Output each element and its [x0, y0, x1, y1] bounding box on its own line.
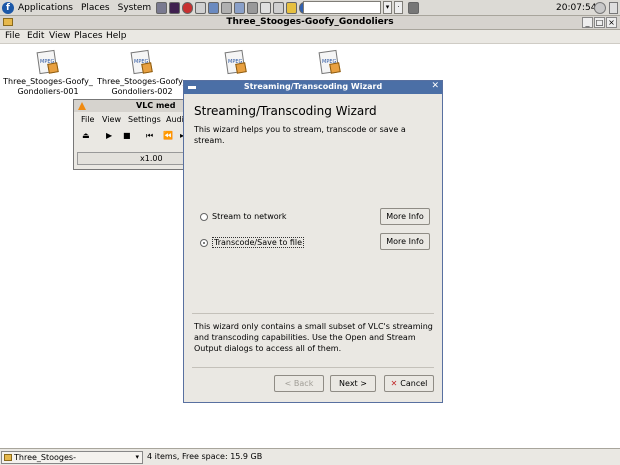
wizard-titlebar[interactable]: Streaming/Transcoding Wizard ✕	[184, 81, 442, 94]
panel-search-input[interactable]	[303, 1, 381, 14]
vlc-menu-view[interactable]: View	[102, 115, 121, 124]
vlc-menu-audio[interactable]: Audi	[166, 115, 184, 124]
file-manager-titlebar[interactable]: Three_Stooges-Goofy_Gondoliers _ □ ×	[0, 16, 620, 30]
eject-icon[interactable]: ⏏	[82, 131, 90, 140]
wizard-heading: Streaming/Transcoding Wizard	[194, 104, 377, 118]
panel-dropdown-arrow-icon[interactable]: ▾	[383, 1, 392, 14]
places-menu[interactable]: Places	[77, 0, 114, 16]
panel-button[interactable]: ·	[394, 1, 403, 14]
network-icon[interactable]	[609, 2, 618, 14]
menu-view[interactable]: View	[49, 31, 70, 41]
play-icon[interactable]: ▶	[106, 131, 112, 140]
wizard-window-title: Streaming/Transcoding Wizard	[243, 82, 383, 91]
minimize-icon[interactable]: _	[582, 17, 593, 28]
mpeg-file-icon: MPEG	[224, 49, 248, 75]
file-manager-menubar: File Edit View Places Help	[0, 30, 620, 44]
vlc-statusbar: x1.00	[77, 152, 187, 165]
launcher-icon[interactable]	[195, 1, 207, 14]
launcher-icon[interactable]	[286, 1, 298, 14]
launcher-icon[interactable]	[234, 1, 246, 14]
vlc-speed: x1.00	[140, 154, 163, 163]
separator	[192, 367, 434, 368]
radio-button-selected[interactable]	[200, 238, 208, 247]
launcher-icon[interactable]	[169, 1, 181, 14]
stop-icon[interactable]: ■	[123, 131, 131, 140]
menu-places[interactable]: Places	[74, 31, 103, 41]
separator	[192, 313, 434, 314]
mpeg-file-icon: MPEG	[318, 49, 342, 75]
launcher-icon[interactable]	[273, 1, 285, 14]
volume-icon[interactable]	[594, 2, 606, 14]
transcode-save-option[interactable]: Transcode/Save to file	[200, 237, 305, 248]
wizard-footer-note: This wizard only contains a small subset…	[194, 322, 433, 353]
previous-icon[interactable]: ⏮	[146, 131, 153, 141]
close-icon[interactable]: ×	[606, 17, 617, 28]
vlc-menu-settings[interactable]: Settings	[128, 115, 161, 124]
close-icon[interactable]: ✕	[431, 81, 439, 91]
mpeg-file-icon: MPEG	[130, 49, 154, 75]
file-item[interactable]: MPEG Three_Stooges-Goofy_ Gondoliers-002	[97, 49, 187, 97]
menu-file[interactable]: File	[5, 31, 20, 41]
launcher-icon[interactable]	[221, 1, 233, 14]
file-item[interactable]: MPEG	[191, 49, 281, 77]
vlc-title: VLC med	[136, 101, 176, 110]
file-name: Gondoliers-002	[111, 87, 173, 96]
vlc-window[interactable]: VLC med File View Settings Audi ⏏ ▶ ■ ⏮ …	[73, 99, 188, 170]
next-button[interactable]: Next >	[330, 375, 376, 392]
location-dropdown[interactable]: Three_Stooges-Goofy_Gondoliers ▾	[1, 451, 143, 465]
wizard-dialog[interactable]: Streaming/Transcoding Wizard ✕ Streaming…	[183, 80, 443, 403]
system-menu[interactable]: System	[114, 0, 156, 16]
cancel-icon: ✕	[390, 379, 398, 388]
file-name: Three_Stooges-Goofy_	[3, 77, 93, 86]
launcher-icon[interactable]	[156, 1, 168, 14]
cancel-label: Cancel	[400, 379, 428, 388]
launcher-icon[interactable]	[182, 1, 194, 14]
status-bar: Three_Stooges-Goofy_Gondoliers ▾ 4 items…	[0, 448, 620, 465]
wizard-description: This wizard helps you to stream, transco…	[194, 125, 406, 145]
more-info-button[interactable]: More Info	[380, 208, 430, 225]
mpeg-file-icon: MPEG	[36, 49, 60, 75]
more-info-button[interactable]: More Info	[380, 233, 430, 250]
radio-label[interactable]: Stream to network	[212, 212, 287, 221]
launcher-icon[interactable]	[260, 1, 272, 14]
menu-edit[interactable]: Edit	[27, 31, 44, 41]
file-item[interactable]: MPEG	[285, 49, 375, 77]
launcher-icon[interactable]	[208, 1, 220, 14]
window-title: Three_Stooges-Goofy_Gondoliers	[226, 17, 394, 27]
launcher-icon[interactable]	[247, 1, 259, 14]
vlc-cone-icon	[78, 102, 86, 110]
radio-label[interactable]: Transcode/Save to file	[212, 237, 305, 248]
rewind-icon[interactable]: ⏪	[163, 131, 173, 140]
stream-to-network-option[interactable]: Stream to network	[200, 212, 287, 221]
back-button[interactable]: < Back	[274, 375, 324, 392]
menu-help[interactable]: Help	[106, 31, 127, 41]
file-name: Three_Stooges-Goofy_	[97, 77, 187, 86]
folder-icon	[4, 454, 12, 461]
vlc-controls: ⏏ ▶ ■ ⏮ ⏪ ▸	[74, 128, 187, 144]
vlc-titlebar[interactable]: VLC med	[74, 100, 187, 112]
vlc-menu-file[interactable]: File	[81, 115, 94, 124]
location-label: Three_Stooges-Goofy_Gondoliers	[14, 453, 84, 465]
maximize-icon[interactable]: □	[594, 17, 605, 28]
radio-button[interactable]	[200, 212, 208, 221]
status-text: 4 items, Free space: 15.9 GB	[147, 452, 263, 461]
vlc-menubar: File View Settings Audi	[74, 112, 187, 126]
gnome-foot-icon[interactable]: f	[2, 1, 14, 14]
file-name: Gondoliers-001	[17, 87, 79, 96]
applications-menu[interactable]: Applications	[14, 0, 77, 16]
monitor-icon[interactable]	[408, 2, 419, 14]
clock[interactable]: 20:07:54	[556, 0, 596, 16]
chevron-down-icon: ▾	[135, 453, 139, 461]
cancel-button[interactable]: ✕ Cancel	[384, 375, 434, 392]
file-item[interactable]: MPEG Three_Stooges-Goofy_ Gondoliers-001	[3, 49, 93, 97]
